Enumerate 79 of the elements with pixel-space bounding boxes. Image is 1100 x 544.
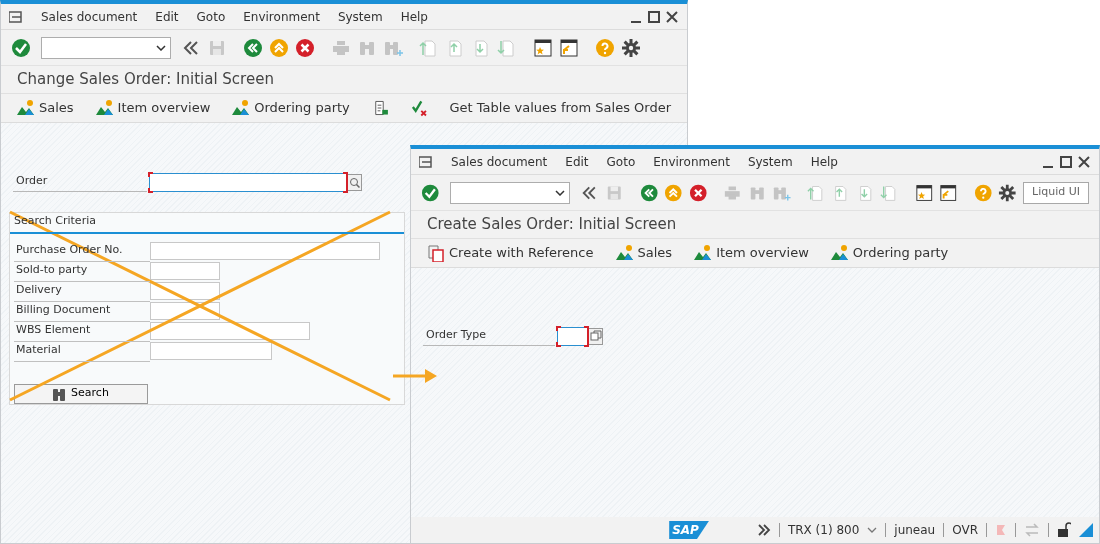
help-icon[interactable] bbox=[595, 37, 615, 58]
check-cross-icon[interactable] bbox=[410, 99, 428, 117]
resize-grip-icon[interactable] bbox=[1079, 523, 1093, 537]
toolbar-button[interactable]: Ordering party bbox=[830, 243, 949, 263]
mountain-icon bbox=[694, 244, 713, 262]
liquid-ui-button[interactable]: Liquid UI bbox=[1023, 181, 1089, 204]
sap-logo: SAP bbox=[669, 521, 709, 539]
cancel-icon[interactable] bbox=[295, 37, 315, 58]
toolbar-button[interactable]: Ordering party bbox=[232, 98, 350, 118]
field-label: Order bbox=[13, 173, 147, 192]
menu-item[interactable]: Help bbox=[400, 7, 428, 26]
command-field[interactable] bbox=[449, 181, 571, 204]
input-field[interactable] bbox=[150, 281, 220, 300]
new-window-icon[interactable] bbox=[914, 182, 934, 203]
caret-icon bbox=[867, 527, 878, 533]
close-icon[interactable] bbox=[665, 9, 679, 24]
mountain-icon bbox=[615, 244, 634, 262]
mountain-icon bbox=[232, 99, 251, 117]
help-icon[interactable] bbox=[973, 182, 993, 203]
settings-icon[interactable] bbox=[621, 37, 641, 58]
shortcut-window-icon[interactable] bbox=[939, 182, 958, 203]
check-icon[interactable] bbox=[11, 37, 31, 58]
flag-icon bbox=[995, 523, 1007, 537]
command-field[interactable] bbox=[41, 36, 171, 59]
menu-item[interactable]: Sales document bbox=[41, 7, 138, 26]
menu-item[interactable]: Goto bbox=[196, 7, 226, 26]
lock-icon bbox=[1057, 522, 1071, 538]
toolbar-button[interactable]: Get Table values from Sales Order bbox=[449, 98, 671, 118]
double-chevron-icon[interactable] bbox=[756, 523, 771, 537]
field-label: Order Type bbox=[423, 327, 555, 346]
toolbar-button[interactable]: Item overview bbox=[95, 98, 211, 118]
input-field[interactable] bbox=[149, 173, 347, 192]
menu-item[interactable]: Environment bbox=[653, 152, 730, 171]
menu-item[interactable]: Help bbox=[810, 152, 838, 171]
copy-document-icon bbox=[427, 244, 445, 262]
system-dropdown[interactable]: TRX (1) 800 bbox=[787, 521, 878, 539]
transfer-icon bbox=[1024, 523, 1040, 537]
shortcut-window-icon[interactable] bbox=[559, 37, 579, 58]
maximize-icon[interactable] bbox=[647, 9, 661, 24]
maximize-icon[interactable] bbox=[1059, 154, 1073, 169]
new-window-icon[interactable] bbox=[533, 37, 553, 58]
settings-icon[interactable] bbox=[998, 182, 1017, 203]
screen-title: Change Sales Order: Initial Screen bbox=[1, 66, 687, 93]
menu-item[interactable]: Environment bbox=[243, 7, 320, 26]
input-field[interactable] bbox=[150, 241, 380, 260]
menu-icon[interactable] bbox=[419, 155, 433, 168]
arrow bbox=[393, 369, 437, 383]
toolbar-button[interactable]: Sales bbox=[17, 98, 74, 118]
input-mode: OVR bbox=[952, 522, 978, 539]
menu-item[interactable]: Edit bbox=[155, 7, 179, 26]
input-field[interactable] bbox=[150, 321, 310, 340]
menu-item[interactable]: Edit bbox=[565, 152, 589, 171]
mountain-icon bbox=[17, 99, 35, 117]
menu-item[interactable]: System bbox=[747, 152, 793, 171]
check-icon[interactable] bbox=[421, 182, 440, 203]
menu-icon[interactable] bbox=[9, 10, 23, 23]
back-icon[interactable] bbox=[243, 37, 263, 58]
menu-item[interactable]: Goto bbox=[606, 152, 636, 171]
exit-icon[interactable] bbox=[269, 37, 289, 58]
back-icon[interactable] bbox=[639, 182, 659, 203]
exit-icon[interactable] bbox=[664, 182, 683, 203]
input-field[interactable] bbox=[557, 327, 588, 346]
toolbar-button[interactable]: Sales bbox=[615, 243, 673, 263]
dropdown-caret-icon bbox=[156, 44, 166, 51]
toolbar-button[interactable]: Item overview bbox=[694, 243, 809, 263]
dropdown-caret-icon bbox=[555, 189, 566, 196]
mountain-icon bbox=[830, 244, 849, 262]
menu-item[interactable]: Sales document bbox=[451, 152, 548, 171]
mountain-icon bbox=[95, 99, 114, 117]
user-name: juneau bbox=[894, 522, 936, 539]
close-icon[interactable] bbox=[1077, 154, 1091, 169]
search-button[interactable]: Search bbox=[14, 383, 148, 404]
field-label: WBS Element bbox=[14, 321, 150, 342]
menu-item[interactable]: System bbox=[337, 7, 383, 26]
screen-title: Create Sales Order: Initial Screen bbox=[411, 211, 1099, 238]
input-field[interactable] bbox=[150, 261, 220, 280]
input-field[interactable] bbox=[150, 341, 272, 360]
cancel-icon[interactable] bbox=[688, 182, 708, 203]
toolbar-button[interactable]: Create with Reference bbox=[427, 243, 594, 263]
